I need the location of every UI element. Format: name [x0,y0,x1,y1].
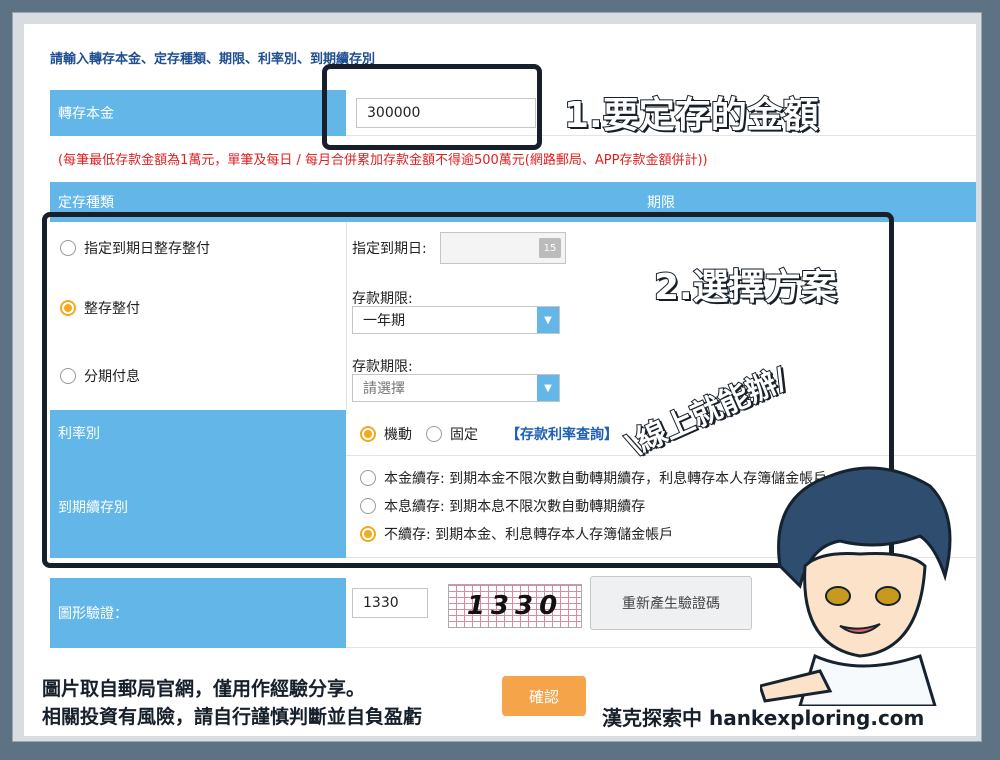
footer-brand: 漢克探索中 hankexploring.com [602,706,925,730]
regenerate-captcha-button[interactable]: 重新產生驗證碼 [590,576,752,630]
confirm-button[interactable]: 確認 [502,676,586,716]
callout-box-amount [322,64,542,150]
screenshot-canvas: H 請輸入轉存本金、定存種類、期限、利率別、到期續存別 轉存本金 300000 … [24,24,976,736]
footer-disclaimer-1: 圖片取自郵局官網，僅用作經驗分享。 [42,678,366,700]
avatar-illustration [760,466,952,706]
annotation-step2: 2.選擇方案 [653,266,838,309]
captcha-label: 圖形驗證： [50,578,346,648]
captcha-image: 1330 [448,584,582,628]
annotation-step1: 1.要定存的金額 [563,94,820,137]
principal-label: 轉存本金 [50,90,346,136]
captcha-input[interactable]: 1330 [352,588,428,618]
footer-disclaimer-2: 相關投資有風險，請自行謹慎判斷並自負盈虧 [42,706,423,728]
limit-notice: (每筆最低存款金額為1萬元，單筆及每日 / 每月合併累加存款金額不得逾500萬元… [58,153,708,168]
